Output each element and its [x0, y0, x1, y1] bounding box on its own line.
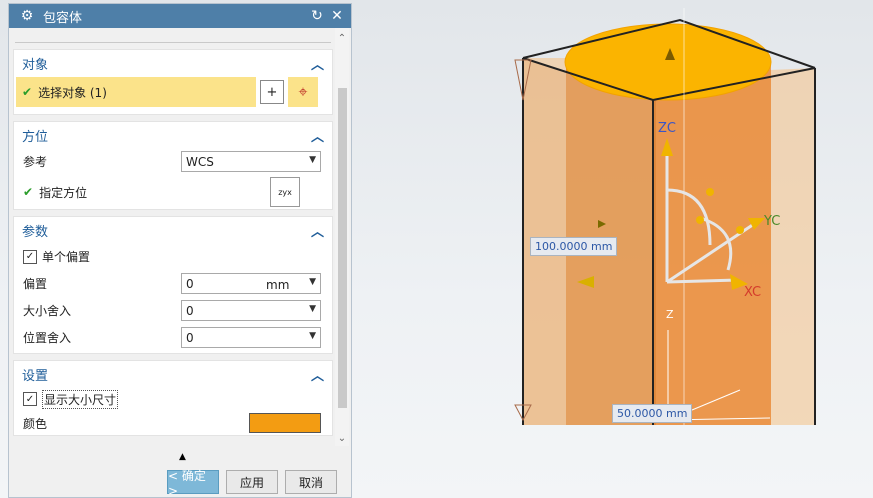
chevron-down-icon: ▼	[309, 155, 316, 165]
specify-orientation-label: 指定方位	[39, 185, 88, 200]
color-swatch[interactable]	[249, 413, 321, 433]
settings-section-title: 设置	[22, 368, 49, 384]
gear-icon: ⚙	[20, 8, 34, 24]
orientation-section-header[interactable]: 方位 ︿	[14, 122, 332, 148]
single-offset-checkbox[interactable]: ✓	[23, 249, 37, 264]
scrollbar-thumb[interactable]	[338, 88, 347, 408]
orientation-section: 方位 ︿ 参考 WCS ▼ ✔ 指定方位 zyx	[13, 121, 333, 210]
expand-more-icon[interactable]: ▲	[179, 452, 186, 462]
offset-value: 0	[186, 276, 194, 291]
single-offset-label: 单个偏置	[42, 250, 91, 264]
reset-icon[interactable]: ↻	[309, 8, 325, 24]
select-object-row[interactable]: ✔ 选择对象 (1)	[16, 77, 256, 107]
check-icon: ✔	[23, 185, 34, 199]
axis-zc-label: ZC	[658, 121, 676, 136]
settings-section-header[interactable]: 设置 ︿	[14, 361, 332, 387]
check-icon: ✔	[22, 85, 33, 99]
params-section-title: 参数	[22, 224, 49, 240]
size-round-value: 0	[186, 303, 194, 318]
reference-label: 参考	[23, 155, 48, 169]
width-dimension-label[interactable]: 50.0000 mm	[612, 404, 693, 423]
offset-unit: mm	[266, 278, 290, 292]
offset-label: 偏置	[23, 277, 48, 291]
ok-button[interactable]: < 确定 >	[167, 469, 219, 498]
dialog-scrollbar[interactable]: ⌃ ⌄	[335, 28, 349, 446]
offset-input[interactable]: 0 mm ▼	[181, 273, 321, 294]
close-icon[interactable]: ✕	[329, 8, 345, 24]
collapse-icon[interactable]: ︿	[311, 54, 324, 73]
chevron-down-icon: ▼	[309, 277, 316, 287]
object-section: 对象 ︿ ✔ 选择对象 (1) + ⌖	[13, 49, 333, 115]
cancel-button[interactable]: 取消	[285, 470, 337, 494]
scroll-down-icon[interactable]: ⌄	[335, 432, 349, 446]
object-section-header[interactable]: 对象 ︿	[14, 50, 332, 76]
collapse-icon[interactable]: ︿	[311, 126, 324, 145]
reference-value: WCS	[186, 154, 214, 169]
object-section-title: 对象	[22, 57, 49, 73]
chevron-down-icon: ▼	[309, 331, 316, 341]
dialog-footer: < 确定 > 应用 取消	[9, 469, 351, 498]
apply-button[interactable]: 应用	[226, 470, 278, 494]
reference-select[interactable]: WCS ▼	[181, 151, 321, 172]
position-round-select[interactable]: 0 ▼	[181, 327, 321, 348]
params-section-header[interactable]: 参数 ︿	[14, 217, 332, 243]
color-label: 颜色	[23, 416, 48, 431]
bounding-body-dialog: ⚙ 包容体 ↻ ✕ 对象 ︿ ✔ 选择对象 (1) + ⌖ 方位 ︿ 参考 WC…	[8, 3, 352, 498]
dialog-title: 包容体	[43, 10, 83, 26]
top-divider	[15, 28, 331, 43]
collapse-icon[interactable]: ︿	[311, 365, 324, 384]
settings-section: 设置 ︿ ✓ 显示大小尺寸 颜色	[13, 360, 333, 436]
crosshair-icon[interactable]: ⌖	[288, 77, 318, 107]
dialog-titlebar[interactable]: ⚙ 包容体 ↻ ✕	[9, 4, 351, 28]
size-round-label: 大小舍入	[23, 304, 72, 318]
axis-z-label: Z	[666, 308, 674, 321]
size-round-select[interactable]: 0 ▼	[181, 300, 321, 321]
position-round-value: 0	[186, 330, 194, 345]
chevron-down-icon: ▼	[309, 304, 316, 314]
add-object-icon[interactable]: +	[260, 80, 284, 104]
csys-icon[interactable]: zyx	[270, 177, 301, 207]
scroll-up-icon[interactable]: ⌃	[335, 32, 349, 46]
axis-yc-label: YC	[764, 214, 781, 229]
params-section: 参数 ︿ ✓ 单个偏置 偏置 0 mm ▼ 大小舍入 0 ▼ 位置舍入 0 ▼	[13, 216, 333, 354]
position-round-label: 位置舍入	[23, 331, 72, 345]
select-object-label: 选择对象 (1)	[38, 85, 107, 100]
orientation-section-title: 方位	[22, 129, 49, 145]
show-size-label: 显示大小尺寸	[42, 389, 119, 409]
collapse-icon[interactable]: ︿	[311, 221, 324, 240]
show-size-checkbox[interactable]: ✓	[23, 392, 37, 406]
height-dimension-label[interactable]: 100.0000 mm	[530, 237, 618, 256]
axis-xc-label: XC	[744, 285, 762, 300]
dialog-content: 对象 ︿ ✔ 选择对象 (1) + ⌖ 方位 ︿ 参考 WCS ▼ ✔ 指定方位…	[13, 28, 333, 446]
